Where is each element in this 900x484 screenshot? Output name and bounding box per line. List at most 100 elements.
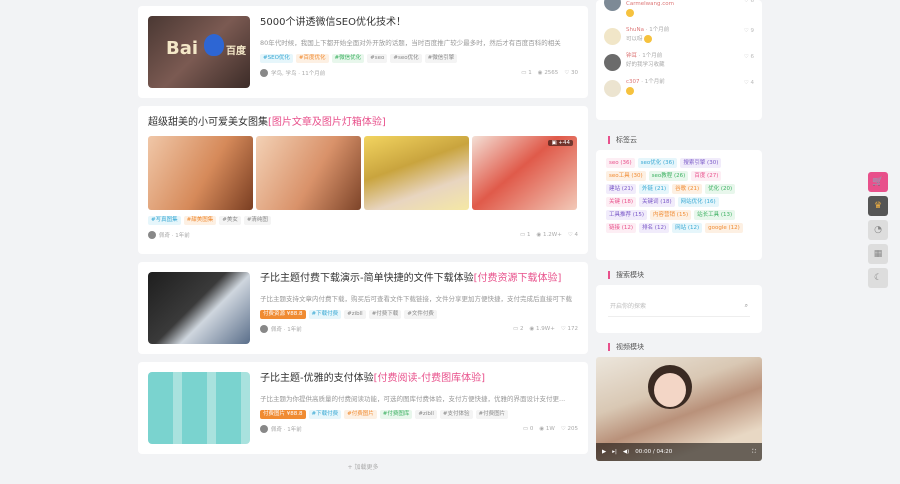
paid-badge[interactable]: 付费资源 ¥88.8 (260, 310, 306, 319)
comment-item[interactable]: Carmelwang.com ♡ 6 (604, 0, 754, 26)
tag-cloud-item[interactable]: google (12) (705, 223, 743, 233)
cart-icon[interactable]: 🛒 (868, 172, 888, 192)
search-icon[interactable]: ⌕ (745, 302, 748, 310)
tag[interactable]: #文件付费 (404, 310, 437, 319)
thumb-icon: ♡ (560, 326, 566, 332)
thumb-icon: ♡ (743, 80, 749, 86)
gallery-image[interactable] (364, 136, 469, 210)
tag[interactable]: #微信引擎 (424, 54, 458, 63)
post-author[interactable]: 学鸟, 学鸟 · 11个月前 (271, 69, 325, 77)
tag[interactable]: #支付体验 (439, 410, 473, 419)
qrcode-icon[interactable]: ▦ (868, 244, 888, 264)
comment-icon: ▭ (522, 426, 529, 432)
tag[interactable]: #百度优化 (295, 54, 329, 63)
post-title[interactable]: 5000个讲透微信SEO优化技术！ (260, 16, 578, 30)
paid-badge[interactable]: 付费图片 ¥88.8 (260, 410, 306, 419)
post-gallery[interactable]: ▣ +44 (148, 136, 578, 210)
tag-cloud-item[interactable]: seo (36) (606, 158, 635, 168)
tag[interactable]: #甜美图集 (183, 216, 217, 225)
tag-cloud-item[interactable]: 谷歌 (21) (672, 184, 703, 194)
avatar[interactable] (604, 0, 621, 11)
tag[interactable]: #付费下载 (368, 310, 402, 319)
tag[interactable]: #微信优化 (331, 54, 365, 63)
post-card[interactable]: 子比主题-优雅的支付体验[付费阅读-付费图库体验] 子比主题为你提供高质量的付费… (138, 362, 588, 454)
next-icon[interactable]: ▸| (612, 449, 617, 455)
avatar[interactable] (148, 231, 156, 239)
post-author[interactable]: 佩奇 · 1年前 (159, 231, 190, 239)
tag-cloud-item[interactable]: 工具推荐 (15) (606, 210, 648, 220)
post-card[interactable]: 超级甜美的小可爱美女图集[图片文章及图片灯箱体验] ▣ +44 #写真图集 #甜… (138, 106, 588, 254)
tag-cloud-item[interactable]: 内容营销 (15) (650, 210, 692, 220)
volume-icon[interactable]: ◀) (623, 449, 629, 455)
tag-cloud-item[interactable]: 站长工具 (13) (694, 210, 736, 220)
post-meta: 佩奇 · 1年前 ▭ 1 ◉ 1.2W+ ♡ 4 (148, 231, 578, 239)
gallery-image[interactable] (148, 136, 253, 210)
gallery-image[interactable]: ▣ +44 (472, 136, 577, 210)
plus-icon: + (347, 464, 353, 471)
video-player[interactable]: ▶ ▸| ◀) 00:00 / 04:20 ⛶ (596, 357, 762, 461)
tag[interactable]: #下载付费 (308, 410, 342, 419)
post-thumbnail[interactable]: Bai 百度 (148, 16, 250, 88)
search-input[interactable]: 开启你的探索 ⌕ (608, 295, 750, 317)
tag[interactable]: #下载付费 (308, 310, 342, 319)
tag-cloud-item[interactable]: 链接 (12) (606, 223, 637, 233)
comment-item[interactable]: c307 · 1个月前 ♡ 4 (604, 78, 754, 104)
post-card[interactable]: 子比主题付费下载演示-简单快捷的文件下载体验[付费资源下载体验] 子比主题支持文… (138, 262, 588, 354)
tag-cloud-item[interactable]: 优化 (20) (705, 184, 736, 194)
tag[interactable]: #写真图集 (148, 216, 181, 225)
crown-icon[interactable]: ♛ (868, 196, 888, 216)
post-meta: 学鸟, 学鸟 · 11个月前 ▭ 1 ◉ 2565 ♡ 30 (260, 69, 578, 77)
tag[interactable]: #seo优化 (390, 54, 422, 63)
tag[interactable]: #SEO优化 (260, 54, 293, 63)
tag-cloud-item[interactable]: 关键 (18) (606, 197, 637, 207)
post-author[interactable]: 佩奇 · 1年前 (271, 325, 302, 333)
comment-count: ▭ 1 (520, 232, 531, 238)
tag[interactable]: #付费图片 (344, 410, 377, 419)
thumb-icon: ♡ (743, 54, 749, 60)
post-thumbnail[interactable] (148, 372, 250, 444)
avatar[interactable] (604, 80, 621, 97)
tag-cloud-item[interactable]: seo优化 (36) (637, 158, 678, 168)
gallery-image[interactable] (256, 136, 361, 210)
load-more-button[interactable]: + 加载更多 (138, 462, 588, 471)
emoji-icon (626, 87, 634, 95)
avatar[interactable] (260, 425, 268, 433)
tag[interactable]: #清纯图 (243, 216, 271, 225)
tag-cloud-list: seo (36) seo优化 (36) 搜索引擎 (30) seo工具 (30) seo… (606, 158, 752, 233)
tag[interactable]: #美女 (219, 216, 241, 225)
tag-cloud-item[interactable]: 网站优化 (16) (677, 197, 719, 207)
tag[interactable]: #zibll (344, 310, 366, 319)
tag[interactable]: #付费图库 (379, 410, 413, 419)
tag-cloud-item[interactable]: seo工具 (30) (606, 171, 646, 181)
post-thumbnail[interactable] (148, 272, 250, 344)
tag-cloud-item[interactable]: 关键词 (18) (639, 197, 675, 207)
tag[interactable]: #付费图片 (475, 410, 509, 419)
moon-icon[interactable]: ☾ (868, 268, 888, 288)
tag-cloud-item[interactable]: 搜索引擎 (30) (680, 158, 722, 168)
image-count-badge: ▣ +44 (548, 140, 573, 146)
post-title[interactable]: 子比主题付费下载演示-简单快捷的文件下载体验[付费资源下载体验] (260, 272, 578, 286)
tag[interactable]: #seo (367, 54, 388, 63)
avatar[interactable] (604, 54, 621, 71)
comment-item[interactable]: ShuNa · 1个月前 可以呀 ♡ 9 (604, 26, 754, 52)
avatar[interactable] (260, 69, 268, 77)
tag-cloud-item[interactable]: 网站 (12) (672, 223, 703, 233)
post-card[interactable]: Bai 百度 5000个讲透微信SEO优化技术！ 80年代时候，我国上下都开始全… (138, 6, 588, 98)
avatar[interactable] (260, 325, 268, 333)
play-icon[interactable]: ▶ (602, 449, 606, 455)
tag-cloud-item[interactable]: 外链 (21) (639, 184, 670, 194)
post-title[interactable]: 子比主题-优雅的支付体验[付费阅读-付费图库体验] (260, 372, 578, 386)
view-count: ◉ 1.9W+ (529, 326, 555, 332)
tag-cloud-item[interactable]: 排名 (12) (639, 223, 670, 233)
comment-item[interactable]: 钟耳 · 1个月前 好的我学习收藏 ♡ 6 (604, 52, 754, 78)
wechat-icon[interactable]: ◔ (868, 220, 888, 240)
post-title[interactable]: 超级甜美的小可爱美女图集[图片文章及图片灯箱体验] (148, 116, 578, 130)
emoji-icon (626, 9, 634, 17)
avatar[interactable] (604, 28, 621, 45)
tag[interactable]: #zibll (415, 410, 437, 419)
post-author[interactable]: 佩奇 · 1年前 (271, 425, 302, 433)
tag-cloud-item[interactable]: 百度 (27) (691, 171, 722, 181)
tag-cloud-item[interactable]: seo教程 (26) (648, 171, 689, 181)
fullscreen-icon[interactable]: ⛶ (752, 449, 756, 456)
tag-cloud-item[interactable]: 建站 (21) (606, 184, 637, 194)
